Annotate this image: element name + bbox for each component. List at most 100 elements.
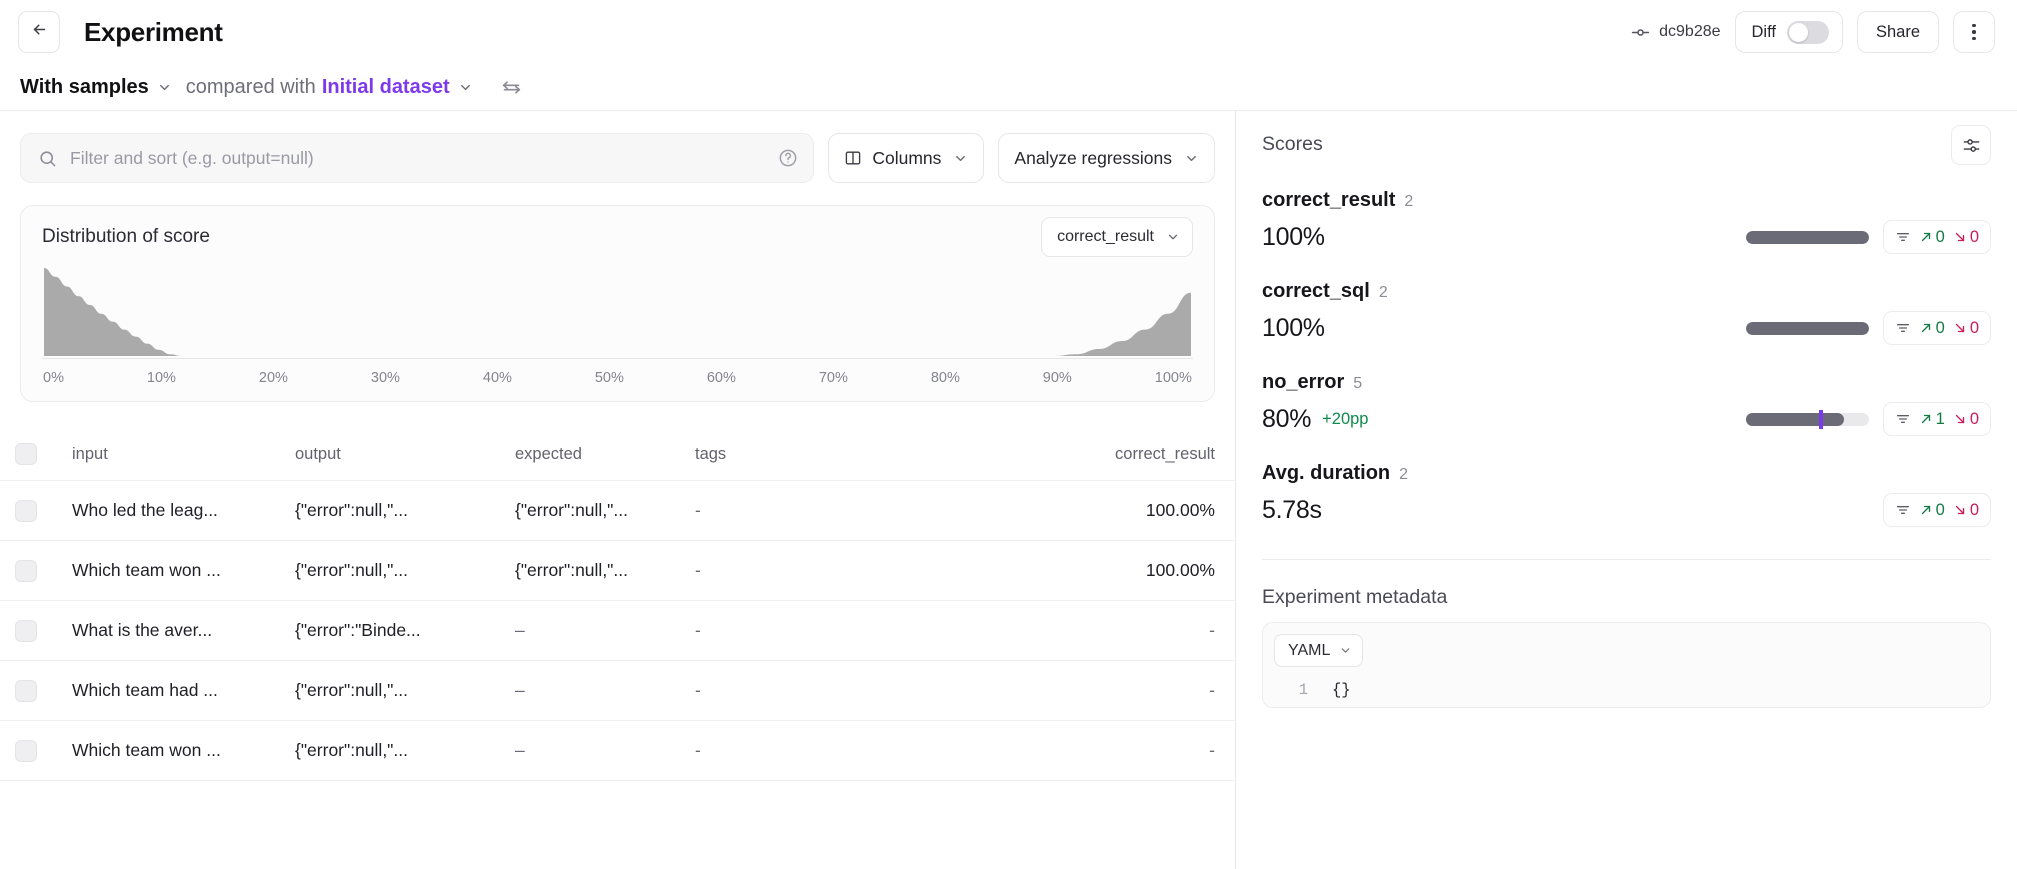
cell-correct-result: 100.00% <box>882 500 1235 521</box>
filter-icon <box>1895 229 1911 245</box>
back-button[interactable] <box>18 11 60 53</box>
table-row[interactable]: Which team had ... {"error":null,"... – … <box>0 660 1235 720</box>
row-checkbox[interactable] <box>15 740 37 762</box>
diff-toggle-switch[interactable] <box>1787 21 1829 44</box>
commit-hash: dc9b28e <box>1659 23 1720 41</box>
chevron-down-icon[interactable] <box>157 80 172 95</box>
regression-chip[interactable]: 0 0 <box>1883 311 1991 345</box>
cell-output: {"error":null,"... <box>275 560 495 581</box>
search-input[interactable] <box>70 148 778 169</box>
chevron-down-icon-analyze <box>1184 151 1199 166</box>
cell-expected: – <box>495 740 675 761</box>
score-count: 2 <box>1404 193 1413 211</box>
diff-toggle-button[interactable]: Diff <box>1735 11 1843 53</box>
axis-tick: 80% <box>931 370 960 386</box>
chevron-down-icon-secondary[interactable] <box>458 80 473 95</box>
table-row[interactable]: What is the aver... {"error":"Binde... –… <box>0 600 1235 660</box>
score-block-correct-result: correct_result 2 100% <box>1262 189 1991 256</box>
cell-input: Which team had ... <box>52 680 275 701</box>
search-icon <box>38 149 57 168</box>
score-name: no_error <box>1262 371 1344 394</box>
score-name-row: correct_sql 2 <box>1262 280 1991 303</box>
score-name-row: correct_result 2 <box>1262 189 1991 212</box>
metadata-format-selector[interactable]: YAML <box>1274 634 1363 667</box>
more-options-button[interactable] <box>1953 11 1995 53</box>
column-header-output[interactable]: output <box>275 428 495 480</box>
regression-chip[interactable]: 1 0 <box>1883 402 1991 436</box>
axis-tick: 60% <box>707 370 736 386</box>
distribution-chart-svg <box>44 268 1191 356</box>
analyze-regressions-button[interactable]: Analyze regressions <box>998 133 1215 183</box>
table-row[interactable]: Who led the leag... {"error":null,"... {… <box>0 480 1235 540</box>
table-row[interactable]: Which team won ... {"error":null,"... {"… <box>0 540 1235 600</box>
cell-input: What is the aver... <box>52 620 275 641</box>
cell-tags: - <box>675 560 882 581</box>
score-delta: +20pp <box>1322 410 1368 429</box>
improvements-count: 1 <box>1936 410 1945 429</box>
column-header-correct-result[interactable]: correct_result <box>882 445 1235 464</box>
question-circle-icon[interactable] <box>778 148 798 168</box>
score-block-no-error: no_error 5 80% +20pp <box>1262 371 1991 438</box>
metadata-code-line: 1 {} <box>1274 681 1979 699</box>
metadata-content[interactable]: {} <box>1332 681 1351 699</box>
row-checkbox[interactable] <box>15 560 37 582</box>
score-name: Avg. duration <box>1262 462 1390 485</box>
cell-output: {"error":null,"... <box>275 500 495 521</box>
row-checkbox[interactable] <box>15 620 37 642</box>
git-commit-icon <box>1631 23 1650 42</box>
row-checkbox[interactable] <box>15 680 37 702</box>
regression-chip[interactable]: 0 0 <box>1883 220 1991 254</box>
page-header: Experiment dc9b28e Diff Share <box>0 0 2017 64</box>
row-checkbox[interactable] <box>15 500 37 522</box>
swap-arrows-icon[interactable] <box>501 77 522 98</box>
axis-tick: 10% <box>147 370 176 386</box>
regressions-count: 0 <box>1970 410 1979 429</box>
axis-tick: 70% <box>819 370 848 386</box>
table-row[interactable]: Which team won ... {"error":null,"... – … <box>0 720 1235 780</box>
column-header-tags[interactable]: tags <box>675 428 882 480</box>
score-bar <box>1746 231 1869 244</box>
distribution-metric-selector[interactable]: correct_result <box>1041 217 1193 257</box>
distribution-chart <box>44 268 1191 356</box>
regression-chip[interactable]: 0 0 <box>1883 493 1991 527</box>
score-count: 2 <box>1379 284 1388 302</box>
columns-button[interactable]: Columns <box>828 133 984 183</box>
cell-expected: – <box>495 620 675 641</box>
improvements-count: 0 <box>1936 319 1945 338</box>
cell-tags: - <box>675 740 882 761</box>
scores-settings-button[interactable] <box>1951 125 1991 165</box>
score-value-row: 100% 0 <box>1262 309 1991 347</box>
results-table: input output expected tags correct_resul… <box>0 428 1235 781</box>
metadata-format-label: YAML <box>1288 642 1330 660</box>
score-name-row: Avg. duration 2 <box>1262 462 1991 485</box>
cell-input: Which team won ... <box>52 560 275 581</box>
improvements-indicator: 1 <box>1919 410 1945 429</box>
row-select-cell <box>0 620 52 642</box>
score-right-group: 0 0 <box>1883 493 1991 527</box>
select-all-cell <box>0 428 52 480</box>
columns-icon <box>844 149 862 167</box>
share-button[interactable]: Share <box>1857 11 1939 53</box>
score-name: correct_result <box>1262 189 1395 212</box>
improvements-count: 0 <box>1936 501 1945 520</box>
cell-correct-result: - <box>882 680 1235 701</box>
regressions-count: 0 <box>1970 319 1979 338</box>
column-header-expected[interactable]: expected <box>495 428 675 480</box>
select-all-checkbox[interactable] <box>15 443 37 465</box>
secondary-dataset-selector[interactable]: Initial dataset <box>322 76 450 99</box>
experiment-page: Experiment dc9b28e Diff Share With sampl… <box>0 0 2017 869</box>
cell-correct-result: - <box>882 620 1235 641</box>
left-pane: Columns Analyze regressions Distribution… <box>0 110 1235 869</box>
improvements-indicator: 0 <box>1919 228 1945 247</box>
score-name: correct_sql <box>1262 280 1370 303</box>
cell-input: Which team won ... <box>52 740 275 761</box>
comparison-bar: With samples compared with Initial datas… <box>0 64 2017 110</box>
filter-search-box[interactable] <box>20 133 814 183</box>
improvements-count: 0 <box>1936 228 1945 247</box>
score-block-avg-duration: Avg. duration 2 5.78s 0 <box>1262 462 1991 529</box>
commit-indicator[interactable]: dc9b28e <box>1631 23 1720 42</box>
primary-dataset-selector[interactable]: With samples <box>20 76 149 99</box>
column-header-input[interactable]: input <box>52 428 275 480</box>
score-value: 100% <box>1262 314 1325 343</box>
distribution-header: Distribution of score correct_result <box>42 206 1193 268</box>
